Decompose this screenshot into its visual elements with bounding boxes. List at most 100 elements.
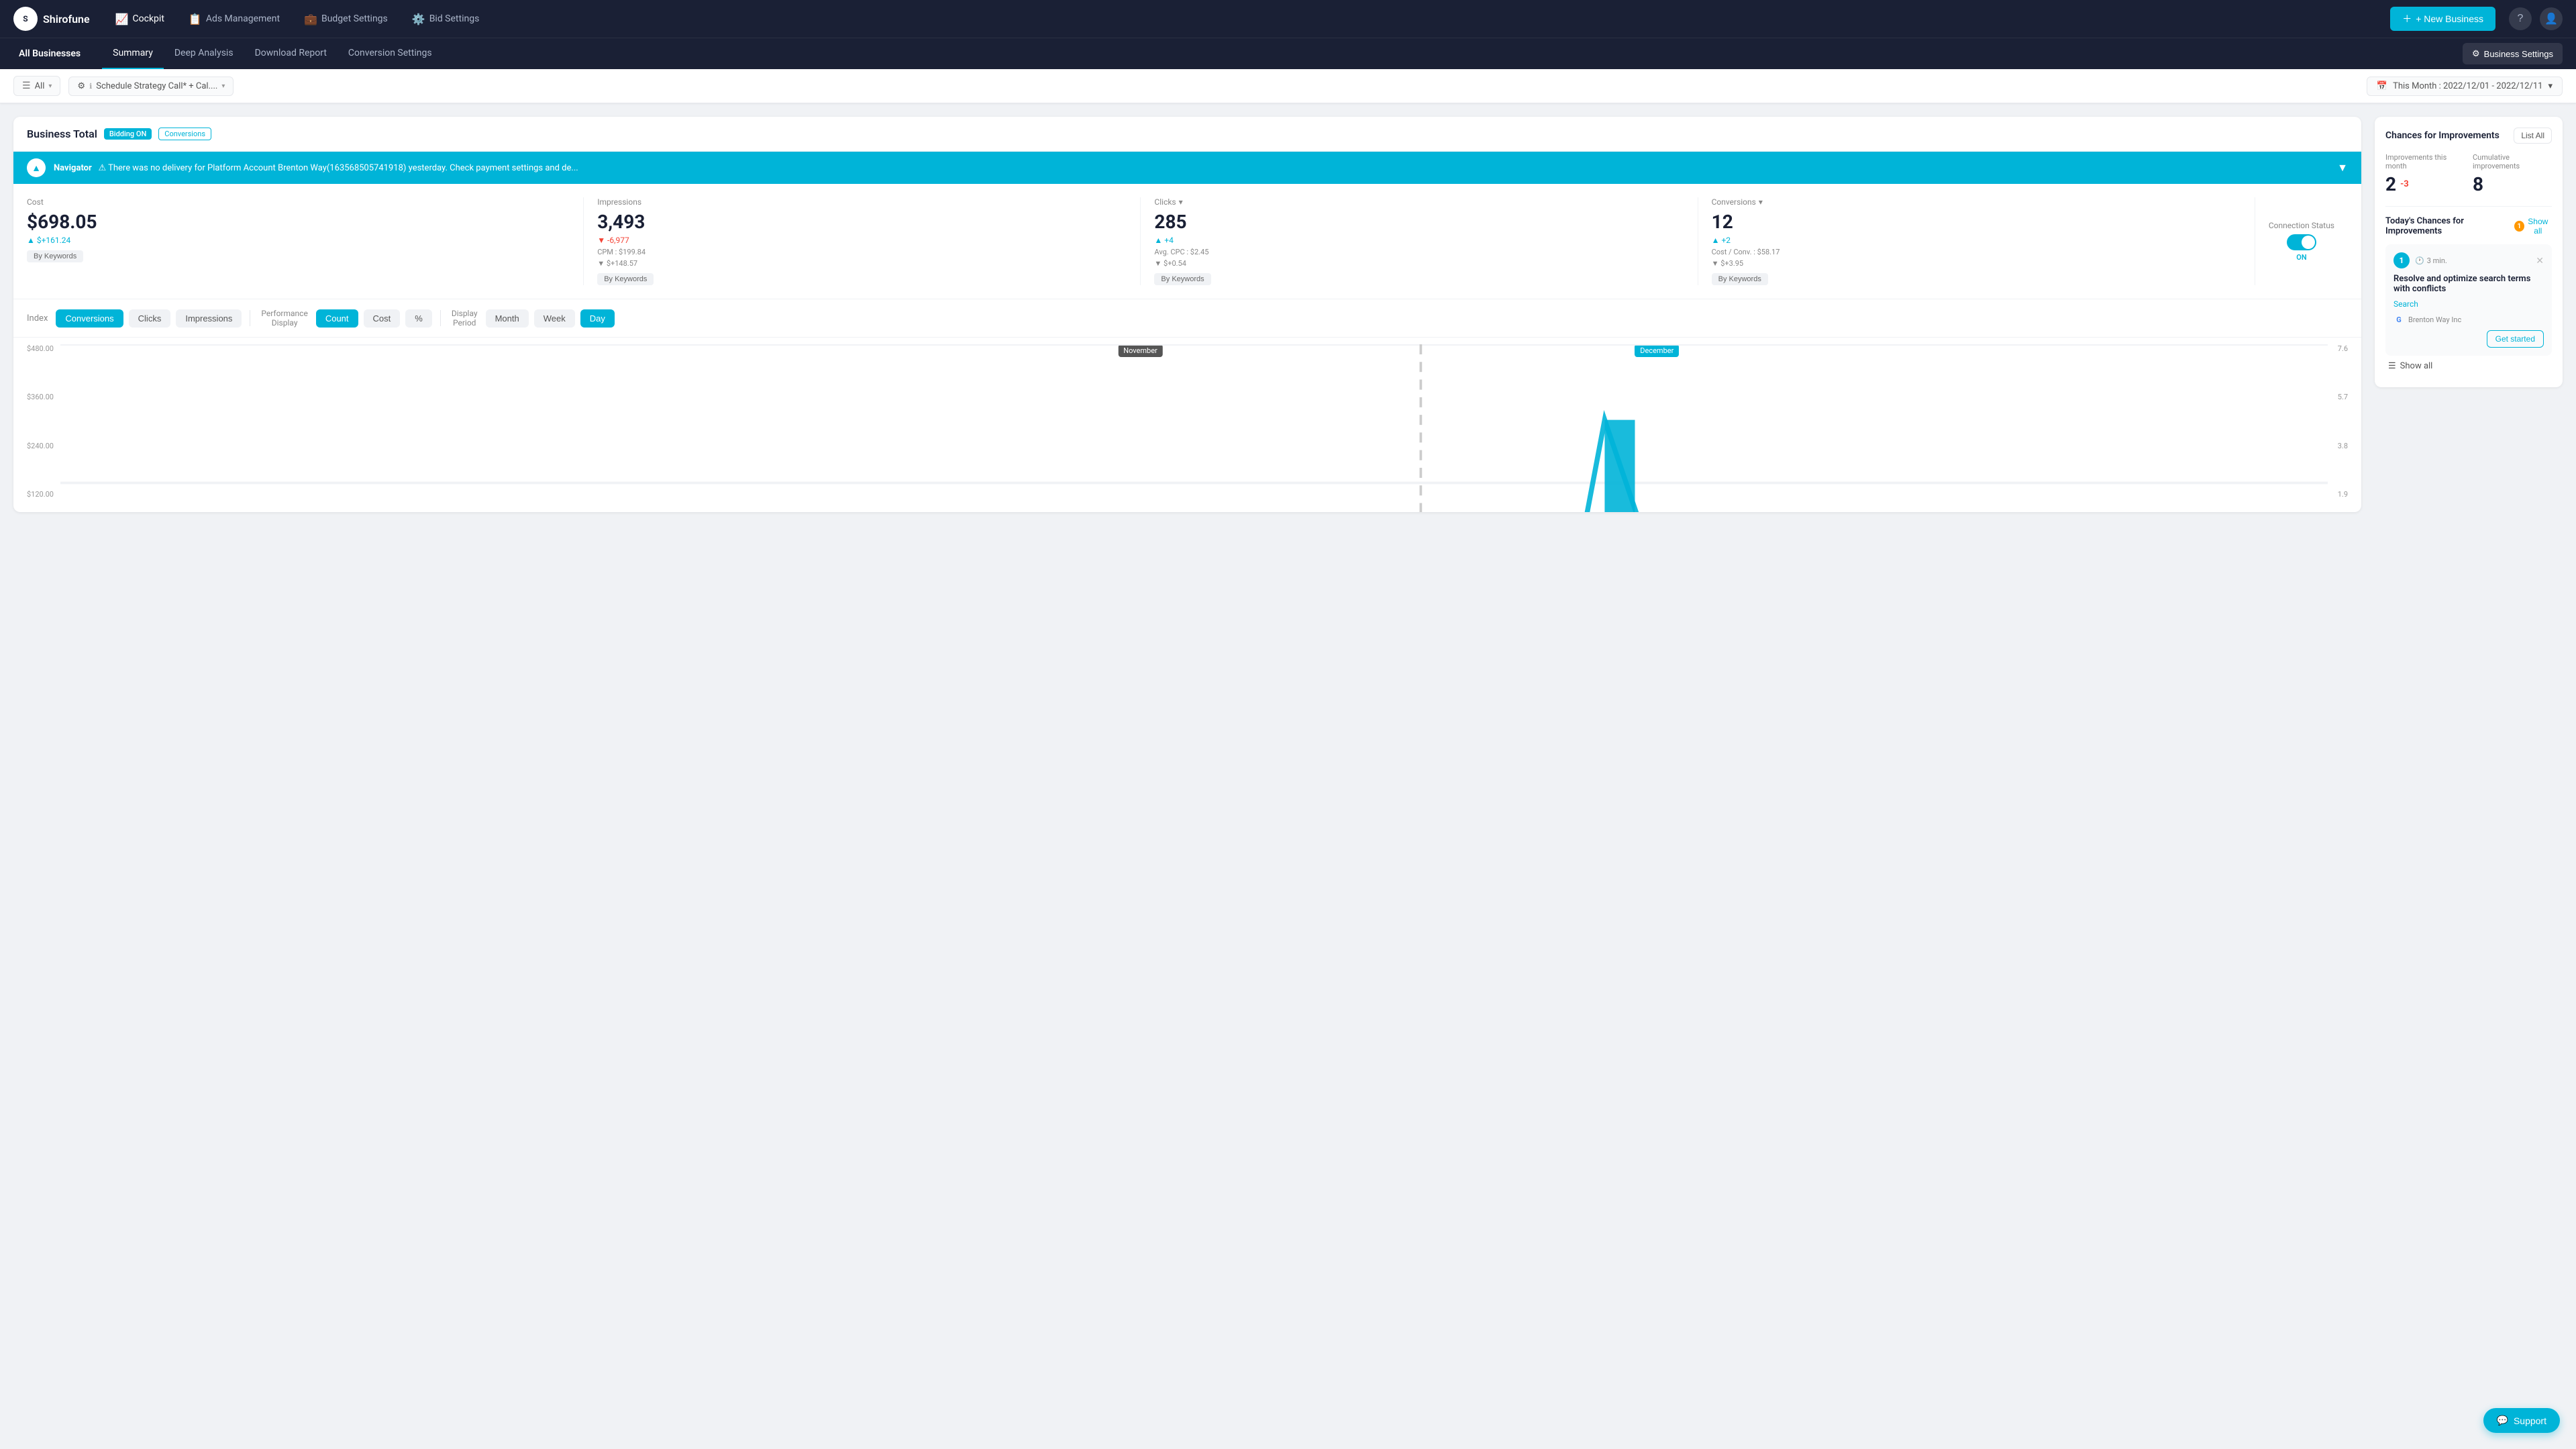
settings-icon: ⚙	[2472, 48, 2480, 59]
this-month-stat: Improvements this month 2 -3	[2385, 153, 2465, 195]
perf-cost-button[interactable]: Cost	[364, 309, 401, 328]
perf-percent-button[interactable]: %	[405, 309, 432, 328]
perf-count-button[interactable]: Count	[316, 309, 358, 328]
chance-business: Brenton Way Inc	[2408, 315, 2461, 324]
cost-by-keywords-button[interactable]: By Keywords	[27, 250, 83, 262]
metric-clicks-sub1: Avg. CPC : $2.45	[1154, 248, 1684, 256]
index-label: Index	[27, 313, 48, 323]
this-month-label: Improvements this month	[2385, 153, 2465, 170]
chance-close-button[interactable]: ✕	[2536, 255, 2544, 266]
period-day-button[interactable]: Day	[580, 309, 615, 328]
nav-ads-management[interactable]: 📋 Ads Management	[179, 7, 289, 31]
get-started-button[interactable]: Get started	[2487, 330, 2544, 348]
tab-download-report[interactable]: Download Report	[244, 38, 338, 69]
support-label: Support	[2514, 1415, 2546, 1426]
metric-conversions-value: 12	[1712, 211, 2241, 233]
tab-deep-analysis[interactable]: Deep Analysis	[164, 38, 244, 69]
panel-header: Business Total Bidding ON Conversions	[13, 117, 2361, 152]
clock-icon: 🕐	[2415, 256, 2424, 265]
panel-title: Business Total	[27, 128, 97, 140]
business-settings-button[interactable]: ⚙ Business Settings	[2463, 43, 2563, 64]
bidding-badge: Bidding ON	[104, 128, 152, 140]
nav-cockpit-label: Cockpit	[133, 13, 164, 24]
connection-toggle[interactable]	[2287, 234, 2316, 250]
y-labels-right: 7.6 5.7 3.8 1.9	[2338, 344, 2348, 499]
clicks-dropdown-icon[interactable]: ▾	[1179, 197, 1183, 207]
strategy-value: Schedule Strategy Call* + Cal....	[96, 81, 217, 91]
filter-value: All	[35, 81, 45, 91]
cockpit-icon: 📈	[115, 13, 129, 26]
logo-icon: S	[13, 7, 38, 31]
y-label-right-2: 3.8	[2338, 442, 2348, 450]
performance-label-line1: Performance	[261, 309, 307, 318]
filter-dropdown[interactable]: ☰ All ▾	[13, 76, 60, 96]
conversions-by-keywords-button[interactable]: By Keywords	[1712, 273, 1768, 285]
connection-status-cell: Connection Status ON	[2255, 197, 2348, 285]
plus-icon: ＋	[2402, 12, 2412, 26]
display-period-label-group: Display Period	[449, 309, 480, 328]
navigator-icon: ▲	[27, 158, 46, 177]
metric-impressions-label: Impressions	[597, 197, 1127, 207]
impressions-by-keywords-button[interactable]: By Keywords	[597, 273, 654, 285]
index-impressions-button[interactable]: Impressions	[176, 309, 242, 328]
show-all-link[interactable]: Show all	[2524, 217, 2552, 236]
clicks-by-keywords-button[interactable]: By Keywords	[1154, 273, 1210, 285]
period-week-button[interactable]: Week	[534, 309, 575, 328]
date-arrow-icon: ▾	[2548, 81, 2553, 91]
chart-area: $480.00 $360.00 $240.00 $120.00 7.6 5.7 …	[13, 338, 2361, 512]
search-type-label: Search	[2393, 299, 2418, 309]
strategy-arrow-icon: ▾	[221, 83, 225, 90]
todays-title: Today's Chances for Improvements 1	[2385, 216, 2524, 236]
top-nav-right: ? 👤	[2509, 7, 2563, 30]
nav-budget-settings[interactable]: 💼 Budget Settings	[295, 7, 397, 31]
chart-controls: Index Conversions Clicks Impressions Per…	[13, 299, 2361, 338]
top-navigation: S Shirofune 📈 Cockpit 📋 Ads Management 💼…	[0, 0, 2576, 38]
avatar-button[interactable]: 👤	[2540, 7, 2563, 30]
tab-summary[interactable]: Summary	[102, 38, 164, 69]
left-panel: Business Total Bidding ON Conversions ▲ …	[13, 117, 2361, 512]
navigator-chevron[interactable]: ▼	[2337, 161, 2348, 174]
tab-conversion-settings[interactable]: Conversion Settings	[338, 38, 443, 69]
logo-area[interactable]: S Shirofune	[13, 7, 90, 31]
y-label-right-0: 7.6	[2338, 344, 2348, 353]
nav-bid-settings-label: Bid Settings	[429, 13, 480, 24]
main-content: Business Total Bidding ON Conversions ▲ …	[0, 103, 2576, 526]
navigator-label: Navigator ⚠ There was no delivery for Pl…	[54, 163, 2329, 173]
cumulative-stat: Cumulative improvements 8	[2473, 153, 2552, 195]
nav-cockpit[interactable]: 📈 Cockpit	[106, 7, 174, 31]
calendar-icon: 📅	[2377, 81, 2387, 91]
performance-display-label-group: Performance Display	[258, 309, 310, 328]
display-label-line1: Display	[452, 309, 478, 318]
new-business-label: + New Business	[2416, 13, 2483, 24]
help-button[interactable]: ?	[2509, 7, 2532, 30]
cumulative-label: Cumulative improvements	[2473, 153, 2552, 170]
y-label-3: $120.00	[27, 490, 54, 499]
list-all-button[interactable]: List All	[2514, 128, 2552, 144]
metric-conversions-sub2: ▼ $+3.95	[1712, 259, 2241, 268]
strategy-dropdown[interactable]: ⚙ ℹ Schedule Strategy Call* + Cal.... ▾	[68, 77, 234, 96]
list-icon: ☰	[2388, 361, 2396, 371]
index-conversions-button[interactable]: Conversions	[56, 309, 123, 328]
metrics-row: Cost $698.05 ▲ $+161.24 By Keywords Impr…	[13, 184, 2361, 299]
bid-settings-icon: ⚙️	[412, 13, 425, 26]
index-clicks-button[interactable]: Clicks	[129, 309, 171, 328]
metric-conversions-change: ▲ +2	[1712, 236, 2241, 245]
nav-bid-settings[interactable]: ⚙️ Bid Settings	[403, 7, 489, 31]
conversions-badge: Conversions	[158, 128, 211, 140]
budget-settings-icon: 💼	[304, 13, 317, 26]
support-icon: 💬	[2497, 1415, 2508, 1426]
period-month-button[interactable]: Month	[486, 309, 529, 328]
metric-conversions: Conversions ▾ 12 ▲ +2 Cost / Conv. : $58…	[1698, 197, 2255, 285]
metric-cost-label: Cost	[27, 197, 570, 207]
conversions-dropdown-icon[interactable]: ▾	[1759, 197, 1763, 207]
show-all-bottom[interactable]: ☰ Show all	[2385, 356, 2552, 377]
support-button[interactable]: 💬 Support	[2483, 1408, 2560, 1433]
chance-time-value: 3 min.	[2427, 256, 2447, 265]
strategy-icon: ⚙	[77, 81, 85, 91]
new-business-button[interactable]: ＋ + New Business	[2390, 7, 2495, 31]
navigator-title: Navigator	[54, 163, 92, 173]
date-picker[interactable]: 📅 This Month : 2022/12/01 - 2022/12/11 ▾	[2367, 77, 2563, 96]
filter-arrow-icon: ▾	[48, 83, 52, 90]
app-name: Shirofune	[43, 13, 90, 26]
business-settings-label: Business Settings	[2484, 49, 2553, 59]
